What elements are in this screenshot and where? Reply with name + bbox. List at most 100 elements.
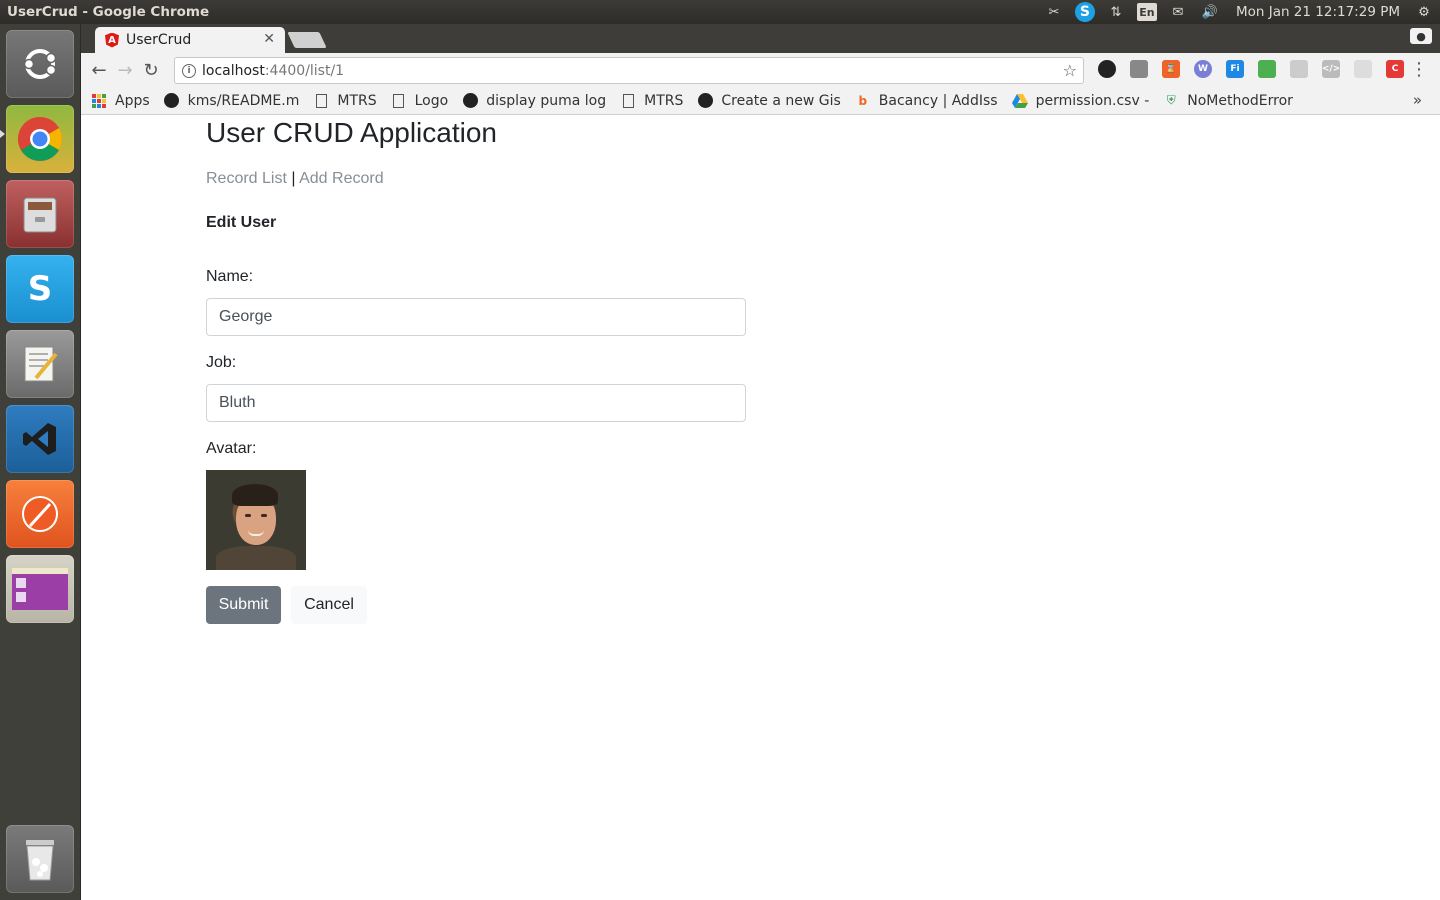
files-launcher-button[interactable] (6, 180, 74, 248)
tab-close-icon[interactable]: ✕ (263, 31, 275, 47)
extension-camera-icon[interactable] (1098, 60, 1116, 78)
bookmark-label: MTRS (644, 92, 684, 109)
name-label: Name: (206, 268, 254, 285)
network-monitor-icon[interactable]: ✂ (1043, 3, 1065, 21)
extension-print-icon[interactable] (1258, 60, 1276, 78)
workspace-launcher-button[interactable] (6, 555, 74, 623)
github-icon (164, 93, 180, 109)
keyboard-layout-indicator[interactable]: En (1136, 3, 1157, 21)
chrome-window: A UserCrud ✕ ● ← → ↻ i localhost:4400/li… (81, 24, 1440, 900)
forward-arrow-icon[interactable]: → (112, 57, 138, 83)
text-editor-launcher-button[interactable] (6, 330, 74, 398)
url-host: localhost (202, 62, 265, 79)
name-input[interactable] (206, 298, 746, 336)
text-editor-icon (24, 346, 58, 382)
trash-launcher-button[interactable] (6, 825, 74, 893)
extension-code-icon[interactable]: </> (1322, 60, 1340, 78)
profile-icon[interactable]: ● (1410, 28, 1432, 44)
page-title: User CRUD Application (206, 117, 497, 148)
skype-icon: S (27, 269, 53, 309)
network-arrows-icon[interactable]: ⇅ (1105, 3, 1127, 21)
chrome-icon (18, 117, 62, 161)
document-icon (313, 93, 329, 109)
avatar-image (206, 470, 306, 570)
mail-icon[interactable]: ✉ (1167, 3, 1189, 21)
top-panel: UserCrud - Google Chrome ✂ S ⇅ En ✉ 🔊 Mo… (0, 0, 1440, 24)
bookmark-label: display puma log (486, 92, 607, 109)
section-title: Edit User (206, 214, 277, 231)
bookmark-kms-readme[interactable]: kms/README.m (164, 92, 300, 109)
more-bookmarks-chevron-icon[interactable]: » (1413, 91, 1422, 109)
bookmark-permission-csv[interactable]: permission.csv - (1011, 92, 1150, 109)
extension-cors-icon[interactable]: C (1386, 60, 1404, 78)
file-cabinet-icon (23, 197, 57, 233)
tab-title: UserCrud (126, 32, 192, 48)
bookmark-label: Create a new Gis (721, 92, 841, 109)
tab-usercrud[interactable]: A UserCrud ✕ (95, 27, 285, 53)
bookmark-label: Bacancy | AddIss (878, 92, 998, 109)
postman-launcher-button[interactable] (6, 480, 74, 548)
volume-icon[interactable]: 🔊 (1199, 3, 1221, 21)
clock[interactable]: Mon Jan 21 12:17:29 PM (1236, 4, 1400, 20)
github-icon (697, 93, 713, 109)
bookmarks-bar: Apps kms/README.m MTRS Logo display puma… (81, 87, 1440, 115)
site-info-icon[interactable]: i (182, 63, 196, 78)
tab-strip: A UserCrud ✕ ● (81, 24, 1440, 53)
extension-fi-icon[interactable]: Fi (1226, 60, 1244, 78)
skype-tray-icon[interactable]: S (1074, 2, 1095, 22)
extension-gray-icon[interactable] (1354, 60, 1372, 78)
address-bar[interactable]: i localhost:4400/list/1 ☆ (174, 57, 1084, 84)
trash-icon (26, 840, 54, 881)
bookmark-label: kms/README.m (187, 92, 300, 109)
ubuntu-logo-icon (23, 49, 57, 79)
url-path: :4400/list/1 (264, 62, 345, 79)
document-icon (620, 93, 636, 109)
new-tab-button[interactable] (287, 32, 327, 48)
cancel-button[interactable]: Cancel (291, 586, 367, 624)
browser-toolbar: ← → ↻ i localhost:4400/list/1 ☆ ⌛ W Fi <… (81, 53, 1440, 87)
page-content: User CRUD Application Record List | Add … (81, 115, 1440, 900)
extension-react-icon[interactable] (1290, 60, 1308, 78)
ubuntu-dash-button[interactable] (6, 30, 74, 98)
bookmark-star-icon[interactable]: ☆ (1063, 61, 1077, 80)
settings-gear-icon[interactable]: ⚙ (1413, 3, 1435, 21)
workspace-switcher-icon (12, 568, 68, 610)
bookmark-logo[interactable]: Logo (391, 93, 448, 109)
app-nav: Record List | Add Record (206, 170, 384, 188)
job-label: Job: (206, 354, 237, 371)
avatar-label: Avatar: (206, 440, 257, 457)
add-record-link[interactable]: Add Record (299, 170, 384, 187)
extension-wappalyzer-icon[interactable]: W (1194, 60, 1212, 78)
reload-icon[interactable]: ↻ (138, 57, 164, 83)
bookmark-mtrs-2[interactable]: MTRS (620, 93, 683, 109)
bookmark-apps[interactable]: Apps (91, 93, 150, 109)
postman-icon (22, 496, 58, 532)
extension-rocket-icon[interactable] (1130, 60, 1148, 78)
job-input[interactable] (206, 384, 746, 422)
window-title: UserCrud - Google Chrome (7, 4, 210, 20)
github-icon (462, 93, 478, 109)
google-drive-icon (1011, 93, 1028, 109)
record-list-link[interactable]: Record List (206, 170, 287, 187)
extension-hourglass-icon[interactable]: ⌛ (1162, 60, 1180, 78)
nav-separator: | (291, 170, 296, 187)
unity-launcher: S (0, 24, 81, 900)
document-icon (391, 93, 407, 109)
running-indicator (0, 130, 5, 138)
bookmark-bacancy[interactable]: b Bacancy | AddIss (855, 93, 998, 109)
submit-button[interactable]: Submit (206, 586, 281, 624)
back-arrow-icon[interactable]: ← (86, 57, 112, 83)
bookmark-nomethoderror[interactable]: ⛨ NoMethodError (1163, 93, 1293, 109)
vscode-icon (23, 423, 56, 455)
apps-grid-icon (91, 93, 107, 109)
bookmark-label: permission.csv - (1035, 92, 1150, 109)
system-tray: ✂ S ⇅ En ✉ 🔊 Mon Jan 21 12:17:29 PM ⚙ (1038, 0, 1440, 24)
bookmark-mtrs[interactable]: MTRS (313, 93, 377, 109)
vscode-launcher-button[interactable] (6, 405, 74, 473)
chrome-menu-icon[interactable]: ⋮ (1410, 59, 1428, 80)
skype-launcher-button[interactable]: S (6, 255, 74, 323)
bookmark-label: Apps (115, 92, 150, 109)
chrome-launcher-button[interactable] (6, 105, 74, 173)
bookmark-display-puma-log[interactable]: display puma log (462, 93, 606, 109)
bookmark-create-gist[interactable]: Create a new Gis (697, 92, 841, 109)
